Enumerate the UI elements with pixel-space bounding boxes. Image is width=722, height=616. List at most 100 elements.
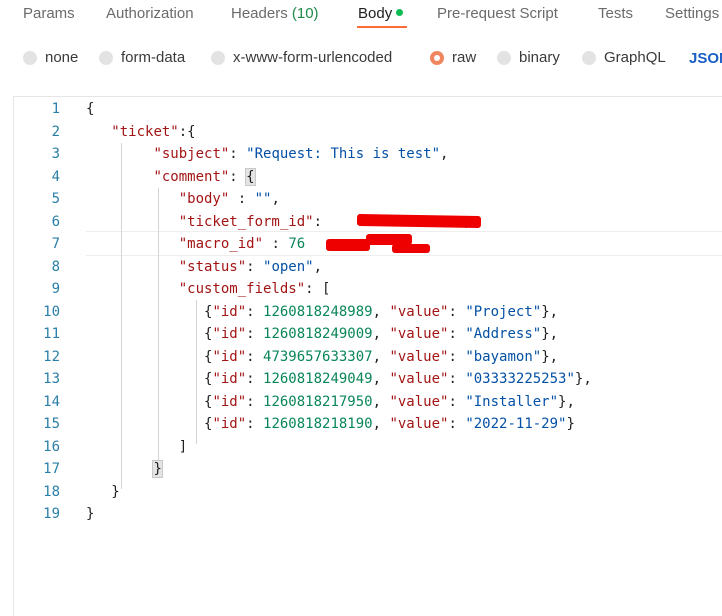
json-string: "Request: This is test" xyxy=(246,146,441,162)
json-key: "id" xyxy=(212,416,247,432)
line-number: 16 xyxy=(43,438,60,455)
matched-brace: } xyxy=(152,460,163,478)
json-key: "ticket" xyxy=(111,123,179,140)
json-key: "macro_id" xyxy=(178,236,264,252)
json-number: 1260818249049 xyxy=(263,371,373,387)
redaction-mark xyxy=(326,239,370,251)
json-string: "bayamon" xyxy=(465,348,542,365)
json-key: "value" xyxy=(389,416,449,432)
line-number: 10 xyxy=(43,303,60,320)
json-string: "open" xyxy=(263,258,314,275)
radio-urlencoded-label: x-www-form-urlencoded xyxy=(233,49,393,66)
json-string: "03333225253" xyxy=(465,371,575,387)
json-key: "ticket_form_id" xyxy=(178,213,314,230)
json-number: 4739657633307 xyxy=(263,348,373,365)
line-number: 7 xyxy=(51,236,60,252)
json-string: "2022-11-29" xyxy=(465,416,567,432)
tab-headers[interactable]: Headers (10) xyxy=(231,5,319,22)
body-type-selector: none form-data x-www-form-urlencoded raw… xyxy=(0,46,722,74)
tab-authorization[interactable]: Authorization xyxy=(106,5,194,22)
json-key: "comment" xyxy=(153,168,230,185)
code-line: { xyxy=(86,101,95,117)
matched-brace: { xyxy=(245,167,256,186)
code-line: {"id": 1260818249049, "value": "03333225… xyxy=(86,371,592,387)
radio-binary-label: binary xyxy=(519,49,560,66)
code-line: } xyxy=(86,483,120,500)
json-key: "status" xyxy=(178,258,247,275)
redaction-mark xyxy=(356,213,482,229)
json-key: "value" xyxy=(389,393,449,410)
tab-settings[interactable]: Settings xyxy=(665,5,719,22)
json-key: "custom_fields" xyxy=(178,281,306,297)
json-key: "body" xyxy=(178,191,230,207)
json-string: "" xyxy=(254,191,272,207)
tab-authorization-label: Authorization xyxy=(106,5,194,22)
request-tabs: Params Authorization Headers (10) Body P… xyxy=(0,0,722,30)
code-line: "body" : "", xyxy=(178,191,280,207)
radio-none-label: none xyxy=(45,49,79,66)
json-key: "value" xyxy=(389,303,449,320)
json-number: 1260818217950 xyxy=(263,393,373,410)
json-number: 1260818249009 xyxy=(263,326,373,342)
line-number: 3 xyxy=(51,146,60,162)
line-number: 6 xyxy=(51,213,60,230)
line-number: 12 xyxy=(43,348,60,365)
code-line: "status": "open", xyxy=(178,258,323,275)
line-number: 13 xyxy=(43,371,60,387)
json-key: "id" xyxy=(212,393,247,410)
code-editor[interactable]: 1 2 3 4 5 6 7 8 9 10 11 12 13 14 15 16 1… xyxy=(13,96,722,616)
line-number: 8 xyxy=(51,258,60,275)
json-string: "Project" xyxy=(465,303,542,320)
tab-tests[interactable]: Tests xyxy=(598,5,633,22)
line-number: 19 xyxy=(43,506,60,522)
line-number: 5 xyxy=(51,191,60,207)
json-string: "Address" xyxy=(465,326,542,342)
code-line: {"id": 1260818249009, "value": "Address"… xyxy=(86,326,559,342)
tab-pre-request-label: Pre-request Script xyxy=(437,5,558,22)
radio-graphql-label: GraphQL xyxy=(604,49,666,66)
code-line: "subject": "Request: This is test", xyxy=(153,146,449,162)
radio-urlencoded-circle-icon xyxy=(211,51,225,65)
code-line: } xyxy=(86,506,95,522)
radio-form-data-label: form-data xyxy=(121,49,186,66)
json-key: "id" xyxy=(212,348,247,365)
json-key: "subject" xyxy=(153,146,230,162)
line-number: 2 xyxy=(51,123,60,140)
tab-headers-label: Headers xyxy=(231,5,288,22)
language-dropdown[interactable]: JSON xyxy=(689,50,722,67)
line-number: 18 xyxy=(43,483,60,500)
line-number: 15 xyxy=(43,416,60,432)
json-number: 76 xyxy=(288,236,306,252)
code-line: "ticket":{ xyxy=(111,123,196,140)
code-line: "custom_fields": [ xyxy=(178,281,331,297)
tab-body[interactable]: Body xyxy=(358,5,404,22)
tab-settings-label: Settings xyxy=(665,5,720,22)
radio-binary-circle-icon xyxy=(497,51,511,65)
json-key: "value" xyxy=(389,326,449,342)
tab-tests-label: Tests xyxy=(598,5,634,22)
tab-body-label: Body xyxy=(358,5,393,22)
line-number: 1 xyxy=(51,101,60,117)
json-number: 1260818218190 xyxy=(263,416,373,432)
code-line: {"id": 1260818217950, "value": "Installe… xyxy=(86,393,575,410)
line-number: 4 xyxy=(51,168,60,185)
line-number: 11 xyxy=(43,326,60,342)
tab-pre-request-script[interactable]: Pre-request Script xyxy=(437,5,558,22)
line-number: 14 xyxy=(43,393,60,410)
json-key: "id" xyxy=(212,371,247,387)
active-tab-underline xyxy=(357,26,407,28)
radio-raw-label: raw xyxy=(452,49,477,66)
code-line: "comment": { xyxy=(153,167,256,186)
tab-params[interactable]: Params xyxy=(23,5,75,22)
code-line: } xyxy=(86,458,163,481)
code-line: {"id": 4739657633307, "value": "bayamon"… xyxy=(86,348,559,365)
tab-params-label: Params xyxy=(23,5,75,22)
radio-form-data-circle-icon xyxy=(99,51,113,65)
json-key: "id" xyxy=(212,303,247,320)
radio-none-circle-icon xyxy=(23,51,37,65)
json-number: 1260818248989 xyxy=(263,303,373,320)
radio-raw-selected-icon xyxy=(430,51,444,65)
line-number: 17 xyxy=(43,461,60,477)
json-string: "Installer" xyxy=(465,393,559,410)
body-active-dot-icon xyxy=(396,9,404,16)
